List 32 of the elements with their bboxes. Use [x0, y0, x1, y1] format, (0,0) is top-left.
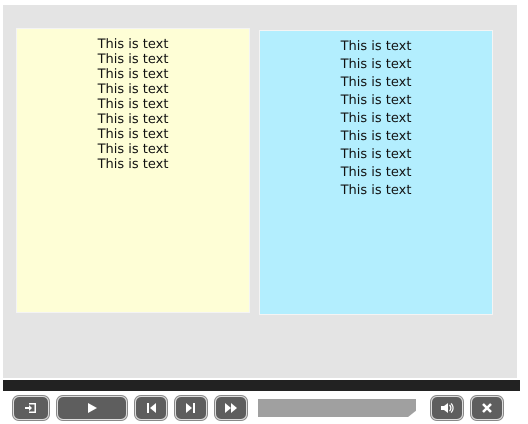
skip-back-icon: [144, 401, 158, 415]
exit-button[interactable]: [13, 396, 49, 420]
next-button[interactable]: [175, 396, 207, 420]
text-line: This is text: [340, 56, 412, 74]
text-line: This is text: [340, 92, 412, 110]
play-icon: [85, 401, 99, 415]
play-button[interactable]: [57, 396, 127, 420]
close-icon: [480, 401, 494, 415]
skip-forward-icon: [184, 401, 198, 415]
text-line: This is text: [340, 74, 412, 92]
close-button[interactable]: [471, 396, 503, 420]
volume-button[interactable]: [431, 396, 463, 420]
text-line: This is text: [98, 142, 168, 157]
text-line: This is text: [98, 112, 168, 127]
text-line: This is text: [340, 128, 412, 146]
fast-forward-button[interactable]: [215, 396, 247, 420]
text-line: This is text: [340, 146, 412, 164]
fast-forward-icon: [224, 401, 238, 415]
text-line: This is text: [98, 127, 168, 142]
text-line: This is text: [340, 110, 412, 128]
text-line: This is text: [98, 82, 168, 97]
speaker-icon: [440, 401, 454, 415]
text-line: This is text: [340, 182, 412, 200]
text-line: This is text: [98, 157, 168, 172]
text-line: This is text: [98, 67, 168, 82]
text-line: This is text: [98, 97, 168, 112]
previous-button[interactable]: [135, 396, 167, 420]
text-line: This is text: [340, 164, 412, 182]
text-line: This is text: [340, 38, 412, 56]
text-line: This is text: [98, 37, 168, 52]
text-line: This is text: [98, 52, 168, 67]
exit-icon: [24, 401, 38, 415]
